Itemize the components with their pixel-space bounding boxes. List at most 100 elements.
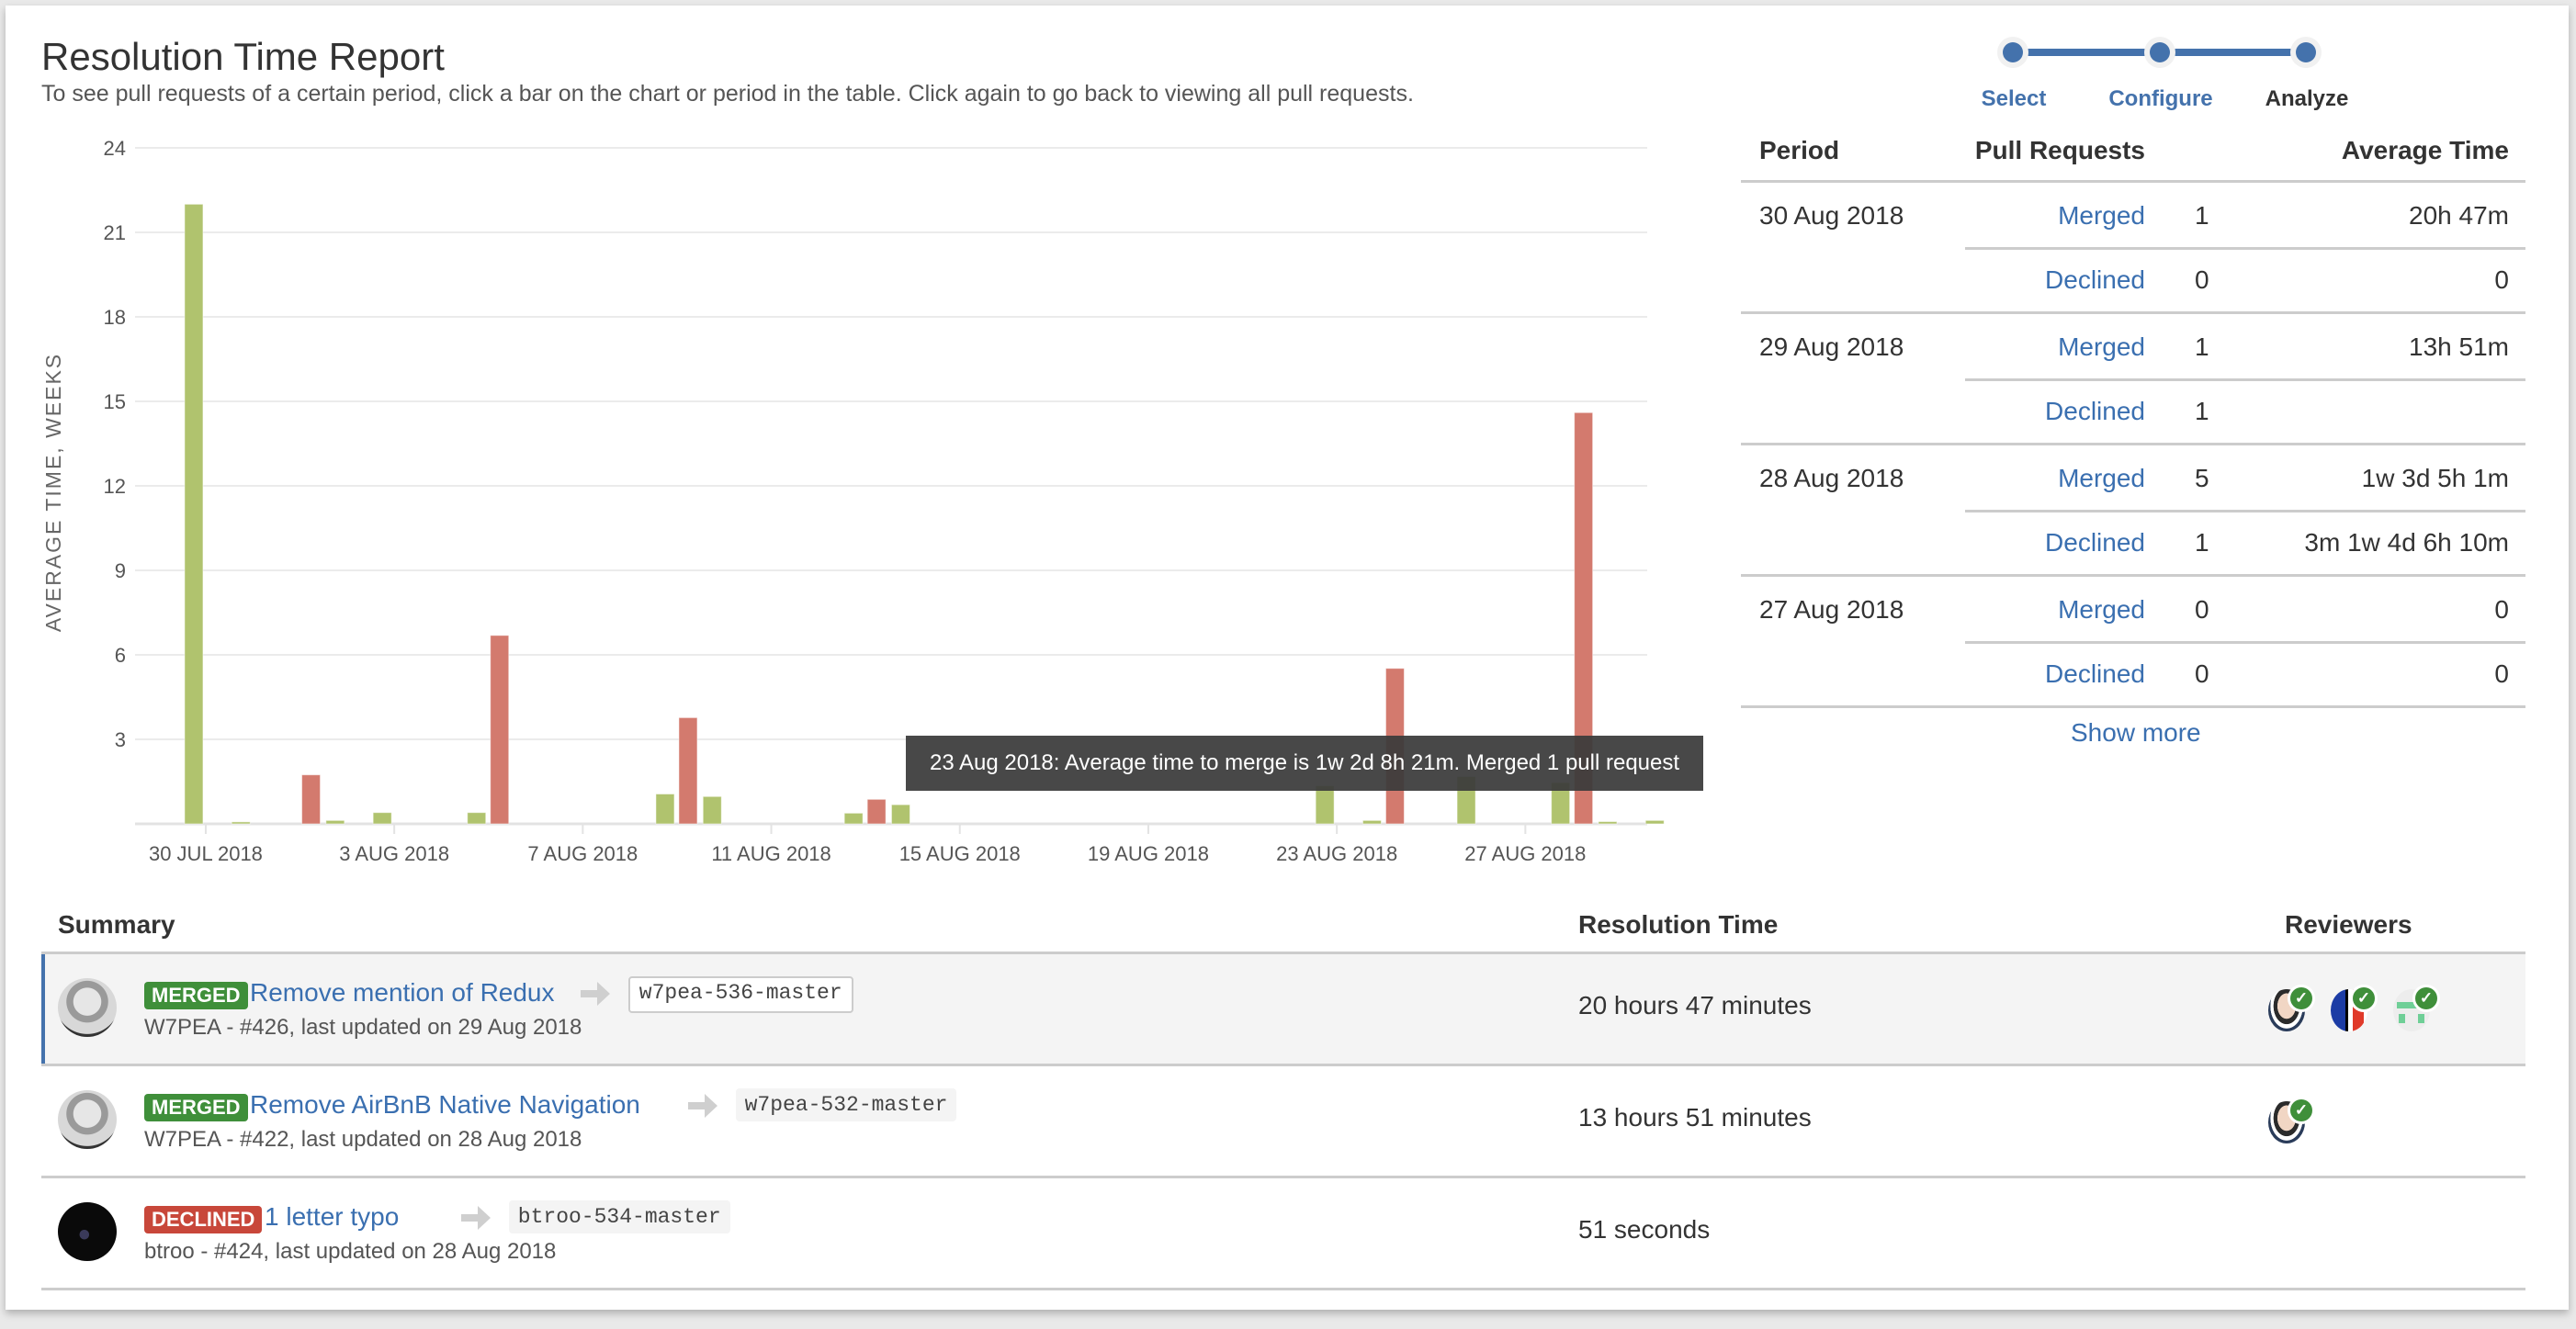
declined-bar[interactable] [301, 774, 322, 825]
period-date[interactable]: 28 Aug 2018 [1759, 464, 1904, 493]
step-analyze: Analyze [2265, 86, 2349, 111]
average-time: 13h 51m [2409, 332, 2509, 361]
x-tick-label: 30 JUL 2018 [149, 842, 263, 865]
pull-request-title-link[interactable]: Remove AirBnB Native Navigation [250, 1090, 640, 1120]
approved-check-icon: ✓ [2290, 1099, 2312, 1121]
x-tick-label: 27 AUG 2018 [1464, 842, 1586, 865]
target-branch: btroo-534-master [508, 1200, 730, 1233]
merged-bar[interactable] [325, 819, 345, 825]
approved-check-icon: ✓ [2290, 987, 2312, 1009]
status-link-merged[interactable]: Merged [2058, 201, 2145, 231]
x-tick-label: 19 AUG 2018 [1088, 842, 1209, 865]
merged-bar[interactable] [1361, 819, 1382, 825]
declined-bar[interactable] [678, 716, 698, 825]
pull-request-title-link[interactable]: 1 letter typo [265, 1202, 399, 1232]
show-more-link[interactable]: Show more [2071, 718, 2201, 748]
average-time: 0 [2494, 595, 2509, 624]
pull-request-meta: btroo - #424, last updated on 28 Aug 201… [144, 1239, 557, 1264]
average-time: 3m 1w 4d 6h 10m [2304, 528, 2509, 557]
period-date[interactable]: 27 Aug 2018 [1759, 595, 1904, 625]
pull-request-meta: W7PEA - #422, last updated on 28 Aug 201… [144, 1127, 582, 1152]
status-link-declined[interactable]: Declined [2045, 397, 2145, 426]
period-table: Period Pull Requests Average Time 30 Aug… [1741, 125, 2525, 708]
pull-request-count: 5 [2195, 464, 2209, 492]
target-branch: w7pea-536-master [627, 976, 853, 1013]
pull-request-row[interactable]: DECLINED 1 letter typo btroo-534-master btr… [41, 1178, 2525, 1290]
step-dot-select[interactable] [2003, 42, 2023, 62]
period-group: 29 Aug 2018 Merged 1 13h 51m Declined 1 [1741, 314, 2525, 445]
x-tick-label: 23 AUG 2018 [1276, 842, 1397, 865]
pull-request-count: 0 [2195, 265, 2209, 294]
status-link-declined[interactable]: Declined [2045, 265, 2145, 295]
approved-check-icon: ✓ [2353, 987, 2375, 1009]
average-time: 0 [2494, 265, 2509, 294]
period-row-declined: Declined 0 0 [1965, 247, 2525, 311]
status-link-merged[interactable]: Merged [2058, 595, 2145, 625]
status-lozenge: DECLINED [144, 1206, 263, 1233]
y-tick-label: 12 [104, 475, 126, 498]
bald-man-avatar [58, 978, 117, 1037]
target-branch: w7pea-532-master [735, 1088, 957, 1121]
merged-bar[interactable] [1644, 819, 1665, 825]
arrow-right-icon [579, 978, 612, 1009]
status-lozenge: MERGED [144, 982, 248, 1009]
period-row-merged: Merged 0 0 [1965, 577, 2525, 644]
approved-check-icon: ✓ [2415, 987, 2437, 1009]
period-date[interactable]: 29 Aug 2018 [1759, 332, 1904, 362]
status-link-merged[interactable]: Merged [2058, 464, 2145, 493]
dark-avatar [58, 1202, 117, 1261]
col-resolution-time: Resolution Time [1578, 910, 1779, 939]
col-pull-requests: Pull Requests [1974, 136, 2145, 164]
merged-bar[interactable] [467, 812, 487, 825]
period-row-declined: Declined 0 0 [1965, 641, 2525, 705]
col-average-time: Average Time [2341, 136, 2509, 164]
y-tick-label: 3 [115, 728, 126, 751]
pull-request-count: 1 [2195, 201, 2209, 230]
resolution-time: 51 seconds [1578, 1215, 1711, 1244]
merged-bar[interactable] [231, 821, 251, 825]
period-row-declined: Declined 1 3m 1w 4d 6h 10m [1965, 510, 2525, 574]
x-tick-label: 11 AUG 2018 [711, 842, 830, 865]
merged-bar[interactable] [843, 812, 864, 825]
declined-bar[interactable] [490, 635, 510, 825]
pull-request-count: 1 [2195, 332, 2209, 361]
declined-bar[interactable] [866, 798, 887, 825]
y-tick-label: 21 [104, 221, 126, 244]
resolution-time: 13 hours 51 minutes [1578, 1103, 1812, 1132]
x-tick-label: 7 AUG 2018 [527, 842, 638, 865]
pull-request-row[interactable]: MERGED Remove mention of Redux w7pea-536-m… [41, 952, 2525, 1066]
period-date[interactable]: 30 Aug 2018 [1759, 201, 1904, 231]
step-select[interactable]: Select [1982, 86, 2047, 112]
pull-request-row[interactable]: MERGED Remove AirBnB Native Navigation w7p… [41, 1066, 2525, 1178]
step-configure[interactable]: Configure [2108, 86, 2212, 112]
reviewer-face-avatar: ✓ [2268, 1099, 2312, 1143]
merged-bar[interactable] [1598, 821, 1618, 825]
y-axis-label: AVERAGE TIME, WEEKS [41, 353, 65, 632]
status-link-merged[interactable]: Merged [2058, 332, 2145, 362]
status-link-declined[interactable]: Declined [2045, 528, 2145, 558]
y-tick-label: 9 [115, 559, 126, 582]
pull-request-count: 1 [2195, 528, 2209, 557]
pull-request-count: 0 [2195, 659, 2209, 688]
pull-request-count: 0 [2195, 595, 2209, 624]
col-period: Period [1759, 136, 1840, 164]
merged-bar[interactable] [184, 203, 204, 825]
y-tick-label: 15 [104, 390, 126, 413]
step-dot-configure[interactable] [2150, 42, 2170, 62]
reviewer-mondrian-avatar: ✓ [2331, 987, 2375, 1031]
average-time: 0 [2494, 659, 2509, 688]
y-tick-label: 18 [104, 306, 126, 329]
period-group: 27 Aug 2018 Merged 0 0 Declined 0 0 [1741, 577, 2525, 708]
pull-request-title-link[interactable]: Remove mention of Redux [250, 978, 555, 1008]
merged-bar[interactable] [655, 793, 675, 825]
merged-bar[interactable] [372, 812, 392, 825]
period-group: 28 Aug 2018 Merged 5 1w 3d 5h 1m Declined 1 3m… [1741, 445, 2525, 577]
x-tick-label: 15 AUG 2018 [899, 842, 1021, 865]
period-row-merged: Merged 1 13h 51m [1965, 314, 2525, 381]
period-group: 30 Aug 2018 Merged 1 20h 47m Declined 0 0 [1741, 183, 2525, 314]
period-table-header: Period Pull Requests Average Time [1741, 125, 2525, 183]
merged-bar[interactable] [702, 795, 722, 825]
status-link-declined[interactable]: Declined [2045, 659, 2145, 689]
merged-bar[interactable] [890, 804, 910, 825]
merged-bar[interactable] [1315, 785, 1335, 825]
